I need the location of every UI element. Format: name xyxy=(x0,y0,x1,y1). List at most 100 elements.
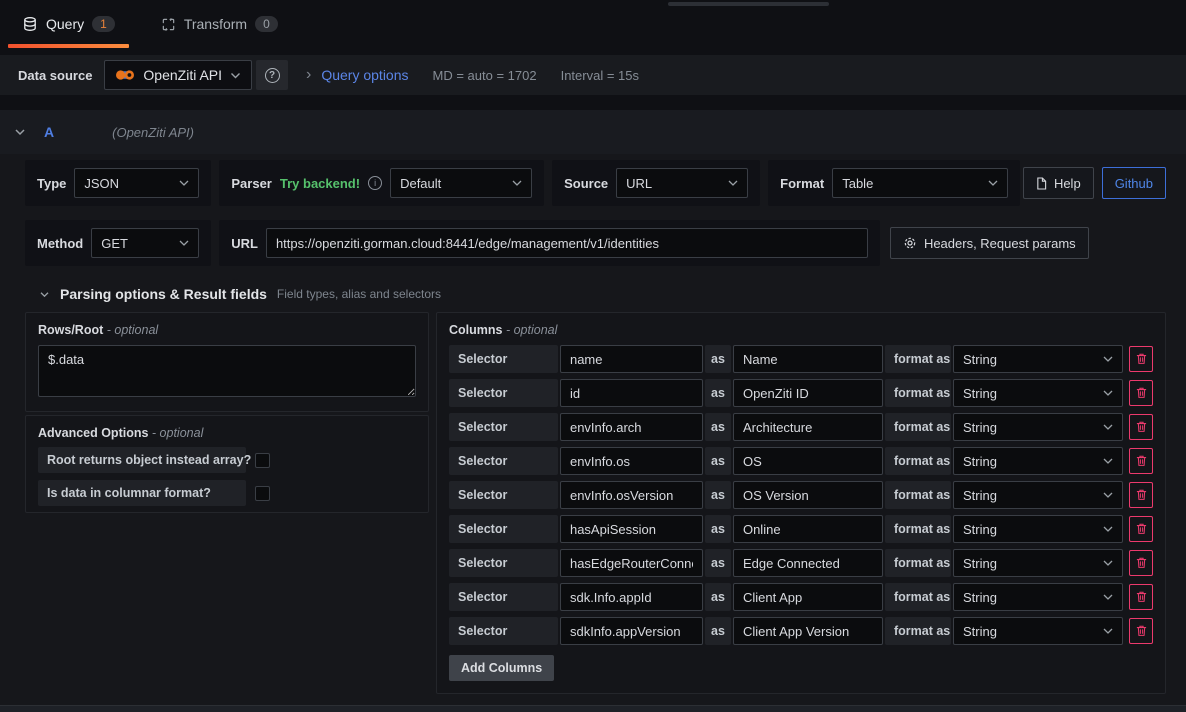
trash-icon xyxy=(1135,522,1148,536)
column-alias-input[interactable] xyxy=(733,617,883,645)
datasource-help-button[interactable]: ? xyxy=(256,60,288,90)
chevron-down-icon xyxy=(1103,356,1113,362)
column-format-select[interactable]: String xyxy=(953,379,1123,407)
parsing-section-title: Parsing options & Result fields xyxy=(60,286,267,302)
as-label: as xyxy=(705,345,731,373)
rows-root-title: Rows/Root xyxy=(38,323,103,337)
column-alias-input[interactable] xyxy=(733,379,883,407)
chevron-down-icon xyxy=(179,180,189,186)
query-refid: A xyxy=(44,124,54,140)
format-as-label: format as xyxy=(885,549,951,577)
column-alias-input[interactable] xyxy=(733,447,883,475)
delete-column-button[interactable] xyxy=(1129,516,1153,542)
column-row: Selector as format as String xyxy=(449,447,1153,475)
column-format-select[interactable]: String xyxy=(953,515,1123,543)
as-label: as xyxy=(705,481,731,509)
help-button-label: Help xyxy=(1054,176,1081,191)
column-selector-input[interactable] xyxy=(560,379,703,407)
source-value: URL xyxy=(626,176,652,191)
editor-tabs-bar: Query 1 Transform 0 xyxy=(0,0,1186,48)
source-select[interactable]: URL xyxy=(616,168,748,198)
columnar-format-checkbox[interactable] xyxy=(255,486,270,501)
selector-label: Selector xyxy=(449,617,558,645)
column-selector-input[interactable] xyxy=(560,413,703,441)
collapse-chevron-icon xyxy=(14,128,26,136)
columns-title: Columns xyxy=(449,323,502,337)
columns-rows: Selector as format as String Selector as… xyxy=(449,345,1153,645)
delete-column-button[interactable] xyxy=(1129,414,1153,440)
transform-count-badge: 0 xyxy=(255,16,278,32)
trash-icon xyxy=(1135,454,1148,468)
column-format-value: String xyxy=(963,386,997,401)
rows-root-textarea[interactable] xyxy=(38,345,416,397)
column-format-select[interactable]: String xyxy=(953,583,1123,611)
column-alias-input[interactable] xyxy=(733,413,883,441)
column-format-select[interactable]: String xyxy=(953,549,1123,577)
column-alias-input[interactable] xyxy=(733,345,883,373)
query-editor-body: Type JSON Parser Try backend! i Default xyxy=(0,154,1186,694)
advanced-option-row: Root returns object instead array? xyxy=(38,447,416,473)
add-columns-button[interactable]: Add Columns xyxy=(449,655,554,681)
rows-root-panel: Rows/Root - optional xyxy=(25,312,429,412)
column-format-select[interactable]: String xyxy=(953,345,1123,373)
column-alias-input[interactable] xyxy=(733,549,883,577)
parser-select[interactable]: Default xyxy=(390,168,532,198)
column-format-select[interactable]: String xyxy=(953,481,1123,509)
query-editor: A (OpenZiti API) Type JSON Parser Try ba… xyxy=(0,110,1186,705)
parsing-section-header[interactable]: Parsing options & Result fields Field ty… xyxy=(25,286,1166,302)
column-selector-input[interactable] xyxy=(560,617,703,645)
column-selector-input[interactable] xyxy=(560,447,703,475)
query-toolbar: Data source OpenZiti API ? › Query optio… xyxy=(0,55,1186,95)
column-format-select[interactable]: String xyxy=(953,447,1123,475)
tab-transform-label: Transform xyxy=(184,16,247,32)
as-label: as xyxy=(705,379,731,407)
help-button[interactable]: Help xyxy=(1023,167,1094,199)
transform-icon xyxy=(161,17,176,32)
delete-column-button[interactable] xyxy=(1129,448,1153,474)
column-format-select[interactable]: String xyxy=(953,617,1123,645)
panel-drag-handle[interactable] xyxy=(668,2,829,6)
delete-column-button[interactable] xyxy=(1129,550,1153,576)
datasource-picker[interactable]: OpenZiti API xyxy=(104,60,252,90)
query-row-header[interactable]: A (OpenZiti API) xyxy=(0,110,1186,154)
info-circle-icon[interactable]: i xyxy=(368,176,382,190)
delete-column-button[interactable] xyxy=(1129,618,1153,644)
query-options-link[interactable]: Query options xyxy=(321,67,408,83)
root-returns-object-label: Root returns object instead array? xyxy=(38,447,246,473)
column-selector-input[interactable] xyxy=(560,345,703,373)
type-select[interactable]: JSON xyxy=(74,168,199,198)
query-count-badge: 1 xyxy=(92,16,115,32)
column-alias-input[interactable] xyxy=(733,481,883,509)
root-returns-object-checkbox[interactable] xyxy=(255,453,270,468)
column-selector-input[interactable] xyxy=(560,549,703,577)
parsing-panels: Rows/Root - optional Advanced Options - … xyxy=(25,312,1166,694)
delete-column-button[interactable] xyxy=(1129,346,1153,372)
trash-icon xyxy=(1135,624,1148,638)
headers-request-params-button[interactable]: Headers, Request params xyxy=(890,227,1089,259)
method-field-group: Method GET xyxy=(25,220,211,266)
column-selector-input[interactable] xyxy=(560,481,703,509)
delete-column-button[interactable] xyxy=(1129,482,1153,508)
tab-query-label: Query xyxy=(46,16,84,32)
tab-transform[interactable]: Transform 0 xyxy=(147,0,292,48)
delete-column-button[interactable] xyxy=(1129,380,1153,406)
parser-field-group: Parser Try backend! i Default xyxy=(219,160,544,206)
github-button[interactable]: Github xyxy=(1102,167,1166,199)
trash-icon xyxy=(1135,590,1148,604)
advanced-options-panel: Advanced Options - optional Root returns… xyxy=(25,415,429,513)
format-select[interactable]: Table xyxy=(832,168,1008,198)
tab-query[interactable]: Query 1 xyxy=(8,0,129,48)
column-alias-input[interactable] xyxy=(733,515,883,543)
url-input[interactable] xyxy=(266,228,868,258)
column-selector-input[interactable] xyxy=(560,515,703,543)
column-format-select[interactable]: String xyxy=(953,413,1123,441)
column-alias-input[interactable] xyxy=(733,583,883,611)
advanced-options-title: Advanced Options xyxy=(38,426,148,440)
method-select[interactable]: GET xyxy=(91,228,199,258)
column-selector-input[interactable] xyxy=(560,583,703,611)
trash-icon xyxy=(1135,556,1148,570)
question-circle-icon: ? xyxy=(265,68,280,83)
delete-column-button[interactable] xyxy=(1129,584,1153,610)
chevron-down-icon xyxy=(230,72,241,79)
columns-panel: Columns - optional Selector as format as… xyxy=(436,312,1166,694)
